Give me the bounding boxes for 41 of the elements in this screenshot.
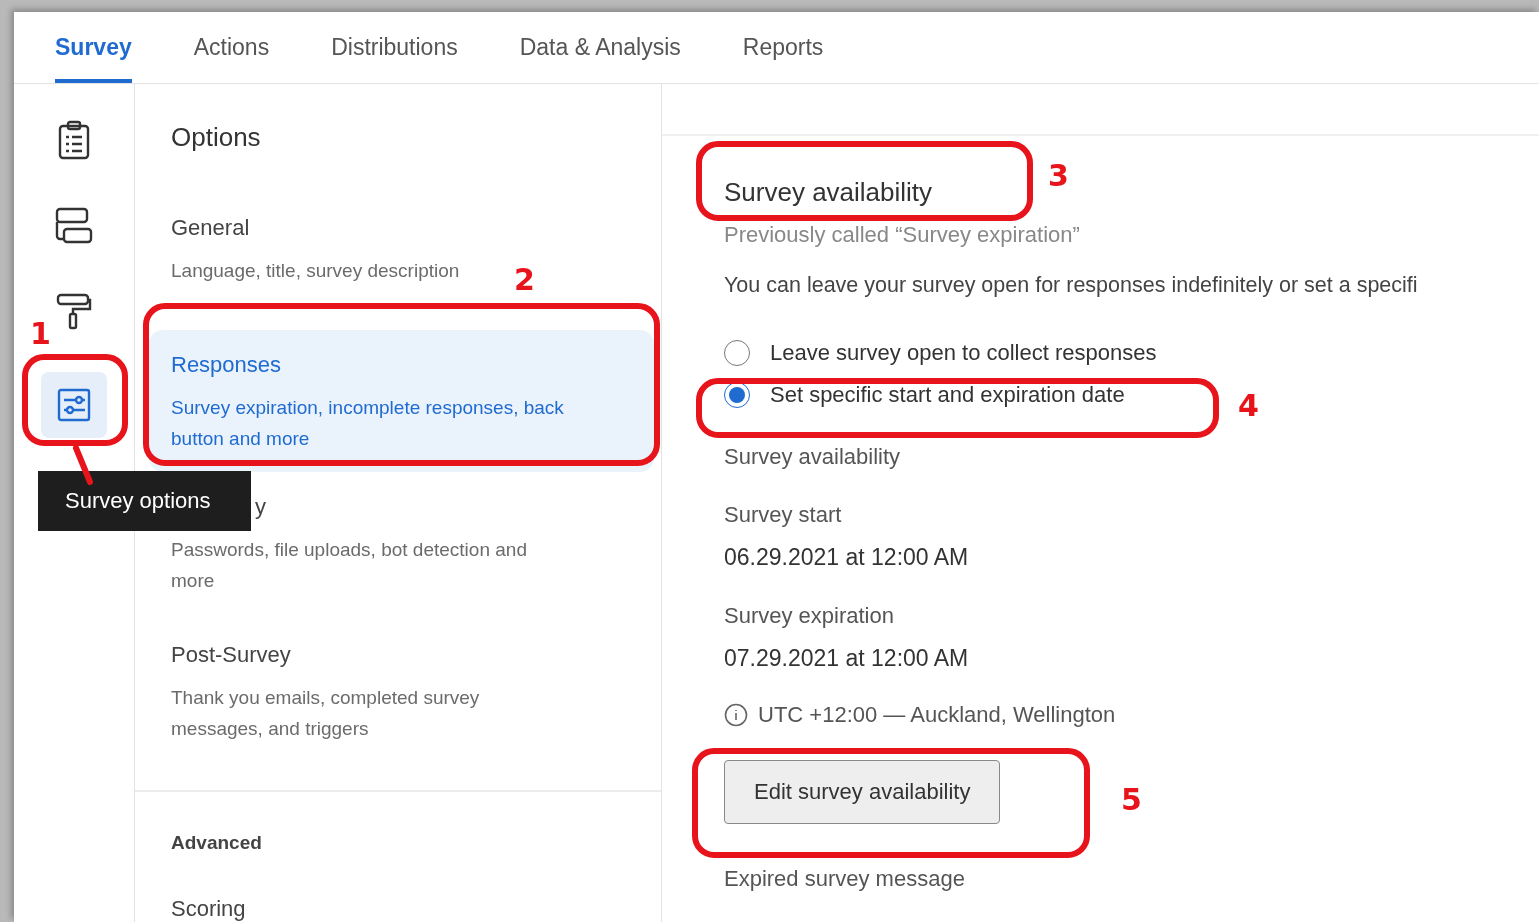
- annotation-number: 4: [1238, 388, 1259, 423]
- selected-menu-item[interactable]: Responses Survey expiration, incomplete responses, back button and more: [149, 330, 654, 472]
- annotation-number: 3: [1048, 158, 1069, 193]
- radio-button[interactable]: [724, 382, 750, 408]
- date-value: 07.29.2021 at 12:00 AM: [724, 645, 970, 672]
- item-description: Survey expiration, incomplete responses, back button and more: [171, 396, 565, 451]
- annotation-number: 1: [30, 316, 51, 351]
- tab[interactable]: Survey: [55, 12, 132, 83]
- item-title[interactable]: Post-Survey: [171, 642, 632, 668]
- section-title: Survey availability: [724, 177, 934, 208]
- tab[interactable]: Actions: [193, 12, 270, 83]
- item-title[interactable]: General: [171, 215, 632, 241]
- settings-sliders-icon: [57, 388, 91, 422]
- paint-roller-icon: [56, 293, 92, 331]
- field-label: Expired survey message: [724, 866, 966, 892]
- field-label: Survey availability: [724, 444, 902, 470]
- tab[interactable]: Distributions: [331, 12, 458, 83]
- timezone-text: UTC +12:00 — Auckland, Wellington: [758, 702, 1116, 728]
- annotation-number: 5: [1121, 782, 1142, 817]
- layout-blocks-icon: [55, 207, 93, 245]
- edit-availability-button[interactable]: Edit survey availability: [724, 760, 1001, 824]
- section-heading: Advanced: [171, 832, 263, 854]
- panel-title: Options: [171, 122, 262, 153]
- annotation-line: [73, 445, 93, 485]
- clipboard-icon: [57, 120, 91, 160]
- item-description: Thank you emails, completed survey messages, and triggers: [171, 686, 481, 741]
- item-description: Passwords, file uploads, bot detection and more: [171, 538, 528, 593]
- info-icon: [724, 703, 748, 727]
- annotation-number: 2: [514, 262, 535, 297]
- radio-button[interactable]: [724, 340, 750, 366]
- tooltip: Survey options: [38, 471, 251, 531]
- subtitle: Previously called “Survey expiration”: [724, 222, 1081, 248]
- field-label: Survey expiration: [724, 603, 895, 629]
- description: You can leave your survey open for responses indefinitely or set a specifi: [724, 273, 1419, 298]
- item-title[interactable]: Responses: [171, 352, 632, 378]
- field-label: Survey start: [724, 502, 843, 528]
- menu-item[interactable]: Scoring: [171, 896, 661, 922]
- tab[interactable]: Data & Analysis: [519, 12, 681, 83]
- item-description: Language, title, survey description: [171, 259, 460, 283]
- tab[interactable]: Reports: [742, 12, 824, 83]
- date-value: 06.29.2021 at 12:00 AM: [724, 544, 970, 571]
